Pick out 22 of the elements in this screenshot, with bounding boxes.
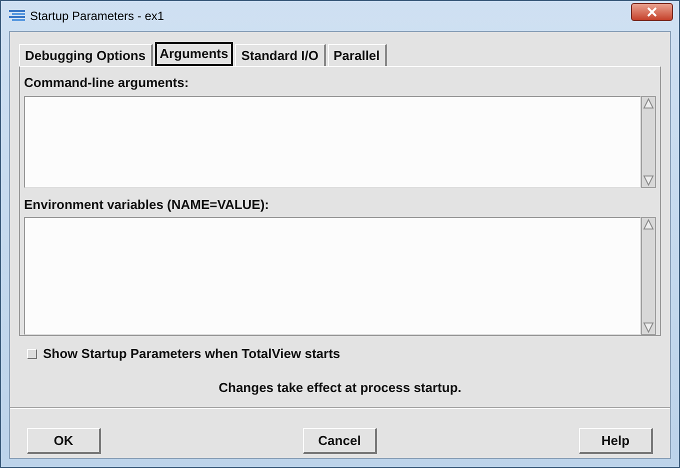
checkbox[interactable] [27, 348, 37, 359]
scroll-down-icon[interactable] [643, 322, 654, 333]
field-label: Command-line arguments: [24, 74, 190, 92]
close-button[interactable] [631, 3, 673, 21]
dialog-button[interactable]: OK [27, 428, 101, 454]
field-label: Environment variables (NAME=VALUE): [24, 196, 270, 214]
scroll-up-icon[interactable] [643, 98, 654, 108]
scroll-down-icon[interactable] [643, 174, 654, 186]
close-icon [647, 7, 657, 17]
tab[interactable]: Standard I/O [235, 44, 326, 66]
scrollbar[interactable] [641, 96, 656, 188]
dialog-button[interactable]: Help [579, 428, 653, 454]
scrollbar[interactable] [641, 217, 656, 335]
tab[interactable]: Debugging Options [19, 44, 153, 66]
dialog-button[interactable]: Cancel [303, 428, 377, 454]
checkbox-label[interactable]: Show Startup Parameters when TotalView starts [43, 344, 340, 364]
scroll-up-icon[interactable] [643, 219, 654, 230]
app-icon [9, 9, 25, 23]
status-message: Changes take effect at process startup. [218, 378, 462, 397]
window-title: Startup Parameters - ex1 [30, 8, 164, 25]
tab[interactable]: Parallel [328, 44, 387, 66]
tab[interactable]: Arguments [154, 42, 234, 66]
